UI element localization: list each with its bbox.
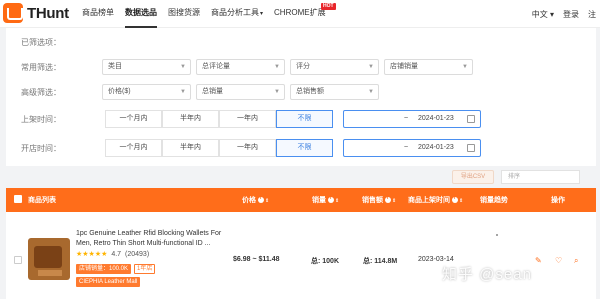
chevron-down-icon: ▼ — [180, 89, 186, 95]
main-nav: 商品榜单 数据选品 图搜货源 商品分析工具▾ CHROME扩展 HOT — [82, 0, 337, 28]
info-icon — [258, 195, 264, 203]
common-filters-label: 常用筛选： — [21, 63, 61, 72]
chevron-down-icon: ▼ — [368, 64, 374, 70]
sort-icon: ⇕ — [459, 198, 464, 204]
nav-item-image-search[interactable]: 图搜货源 — [168, 0, 200, 28]
nav-item-data-selection[interactable]: 数据选品 — [125, 0, 157, 28]
edit-icon[interactable]: ✎ — [535, 256, 542, 265]
shop-open-time-label: 开店时间： — [21, 144, 61, 153]
shop-sales-tag: 店铺销量：100.0K — [76, 264, 132, 274]
date-separator: ~ — [404, 144, 409, 151]
register-link[interactable]: 注 — [588, 9, 596, 20]
opened-date-end: 2024-01-23 — [418, 144, 454, 151]
header-sales[interactable]: 销量⇕ — [312, 195, 339, 205]
shop-name-tag[interactable]: CIEPHIA Leather Mall — [76, 277, 141, 287]
advanced-filters-label: 高级筛选： — [21, 88, 61, 97]
opened-date-range[interactable]: ~ 2024-01-23 — [343, 139, 481, 157]
image-search-icon[interactable]: ⌕ — [574, 256, 578, 266]
opened-option-1-month[interactable]: 一个月内 — [105, 139, 162, 157]
select-all-checkbox[interactable] — [14, 195, 22, 203]
opened-option-1-year[interactable]: 一年内 — [219, 139, 276, 157]
rating-select[interactable]: 评分 ▼ — [290, 59, 379, 75]
favorite-heart-icon[interactable]: ♡ — [555, 256, 562, 265]
date-separator: ~ — [404, 115, 409, 122]
info-icon — [328, 195, 334, 203]
listed-option-unlimited[interactable]: 不限 — [276, 110, 333, 128]
listed-option-1-month[interactable]: 一个月内 — [105, 110, 162, 128]
sort-icon: ⇕ — [392, 198, 397, 204]
total-sales: 总: 100K — [311, 258, 340, 265]
review-count: (20493) — [125, 251, 150, 258]
total-revenue-select[interactable]: 总销售额 ▼ — [290, 84, 379, 100]
header-price[interactable]: 价格⇕ — [242, 195, 269, 205]
header-listed-time[interactable]: 商品上架时间⇕ — [408, 195, 463, 205]
header-product-list: 商品列表 — [28, 197, 56, 204]
top-navigation-bar: THunt 商品榜单 数据选品 图搜货源 商品分析工具▾ CHROME扩展 HOT… — [0, 0, 600, 28]
login-link[interactable]: 登录 — [563, 9, 579, 20]
hot-badge: HOT — [321, 3, 336, 10]
calendar-icon — [467, 115, 475, 123]
shop-sales-select[interactable]: 店铺销量 ▼ — [384, 59, 473, 75]
chevron-down-icon: ▼ — [274, 89, 280, 95]
table-header: 商品列表 价格⇕ 销量⇕ 销售额⇕ 商品上架时间⇕ 销量趋势 操作 — [6, 188, 596, 212]
sort-icon: ⇕ — [335, 198, 340, 204]
language-switcher[interactable]: 中文 ▾ — [532, 9, 554, 20]
list-actions: 导出CSV 排序 — [0, 166, 600, 188]
table-row: 1pc Genuine Leather Rfid Blocking Wallet… — [6, 212, 596, 299]
product-image[interactable] — [28, 238, 70, 280]
watermark: 知乎 @sean — [442, 266, 532, 283]
nav-item-ranking[interactable]: 商品榜单 — [82, 0, 114, 28]
listed-date-end: 2024-01-23 — [418, 115, 454, 122]
shopping-bag-icon — [3, 3, 23, 23]
opened-option-half-year[interactable]: 半年内 — [162, 139, 219, 157]
brand-name: THunt — [27, 5, 69, 22]
chevron-down-icon: ▼ — [180, 64, 186, 70]
nav-item-analysis-tools[interactable]: 商品分析工具▾ — [211, 0, 263, 28]
category-select[interactable]: 类目 ▼ — [102, 59, 191, 75]
opened-option-unlimited[interactable]: 不限 — [276, 139, 333, 157]
header-revenue[interactable]: 销售额⇕ — [362, 195, 396, 205]
listed-option-1-year[interactable]: 一年内 — [219, 110, 276, 128]
rating-value: 4.7 — [111, 251, 122, 258]
product-title[interactable]: 1pc Genuine Leather Rfid Blocking Wallet… — [76, 229, 236, 249]
chevron-down-icon: ▾ — [260, 11, 264, 17]
calendar-icon — [467, 144, 475, 152]
account-nav: 中文 ▾ 登录 注 — [523, 0, 596, 28]
total-sales-select[interactable]: 总销量 ▼ — [196, 84, 285, 100]
brand-logo[interactable]: THunt — [3, 2, 69, 26]
listed-date-range[interactable]: ~ 2024-01-23 — [343, 110, 481, 128]
nav-item-chrome-extension[interactable]: CHROME扩展 HOT — [274, 0, 336, 28]
sort-icon: ⇕ — [265, 198, 270, 204]
total-reviews-select[interactable]: 总评论量 ▼ — [196, 59, 285, 75]
header-sales-trend: 销量趋势 — [480, 197, 508, 204]
chevron-down-icon: ▼ — [462, 64, 468, 70]
row-checkbox[interactable] — [14, 256, 22, 264]
total-revenue: 总: 114.8M — [363, 258, 398, 265]
shop-age-tag: 1年店 — [134, 264, 156, 274]
price-range: $6.98 ~ $11.48 — [233, 256, 280, 263]
filter-panel: 已筛选项： 常用筛选： 类目 ▼ 总评论量 ▼ 评分 ▼ 店铺销量 ▼ 高级筛选： 价格… — [6, 28, 596, 166]
listed-time-label: 上架时间： — [21, 115, 61, 124]
listed-date: 2023-03-14 — [418, 256, 454, 263]
chevron-down-icon: ▼ — [274, 64, 280, 70]
header-operations: 操作 — [551, 197, 565, 204]
star-rating-icon: ★★★★★ — [76, 251, 108, 258]
selected-filters-label: 已筛选项： — [21, 38, 61, 47]
price-select[interactable]: 价格($) ▼ — [102, 84, 191, 100]
info-icon — [452, 195, 458, 203]
info-icon — [385, 195, 391, 203]
listed-option-half-year[interactable]: 半年内 — [162, 110, 219, 128]
chevron-down-icon: ▼ — [368, 89, 374, 95]
product-rating: ★★★★★ 4.7 (20493) — [76, 250, 149, 258]
sales-trend-chart — [496, 234, 498, 236]
export-csv-button[interactable]: 导出CSV — [452, 170, 494, 184]
sort-select[interactable]: 排序 — [501, 170, 580, 184]
